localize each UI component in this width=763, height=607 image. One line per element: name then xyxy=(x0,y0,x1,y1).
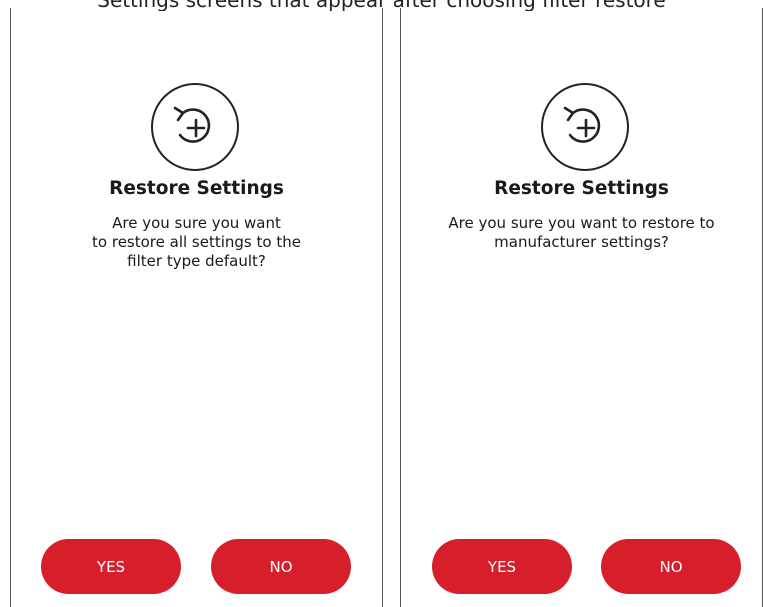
dialog-title: Restore Settings xyxy=(109,178,284,199)
dialog-message: Are you sure you want to restore all set… xyxy=(92,214,301,270)
restore-plus-icon xyxy=(541,83,629,171)
no-button[interactable]: NO xyxy=(601,539,741,594)
screens-figure: Settings screens that appear after choos… xyxy=(0,0,763,607)
restore-dialog-filter-default: Restore Settings Are you sure you want t… xyxy=(10,8,383,607)
no-button[interactable]: NO xyxy=(211,539,351,594)
yes-button[interactable]: YES xyxy=(41,539,181,594)
restore-dialog-manufacturer: Restore Settings Are you sure you want t… xyxy=(400,8,763,607)
dialog-title: Restore Settings xyxy=(494,178,669,199)
yes-button[interactable]: YES xyxy=(432,539,572,594)
dialog-message: Are you sure you want to restore to manu… xyxy=(448,214,715,251)
restore-plus-icon xyxy=(151,83,239,171)
